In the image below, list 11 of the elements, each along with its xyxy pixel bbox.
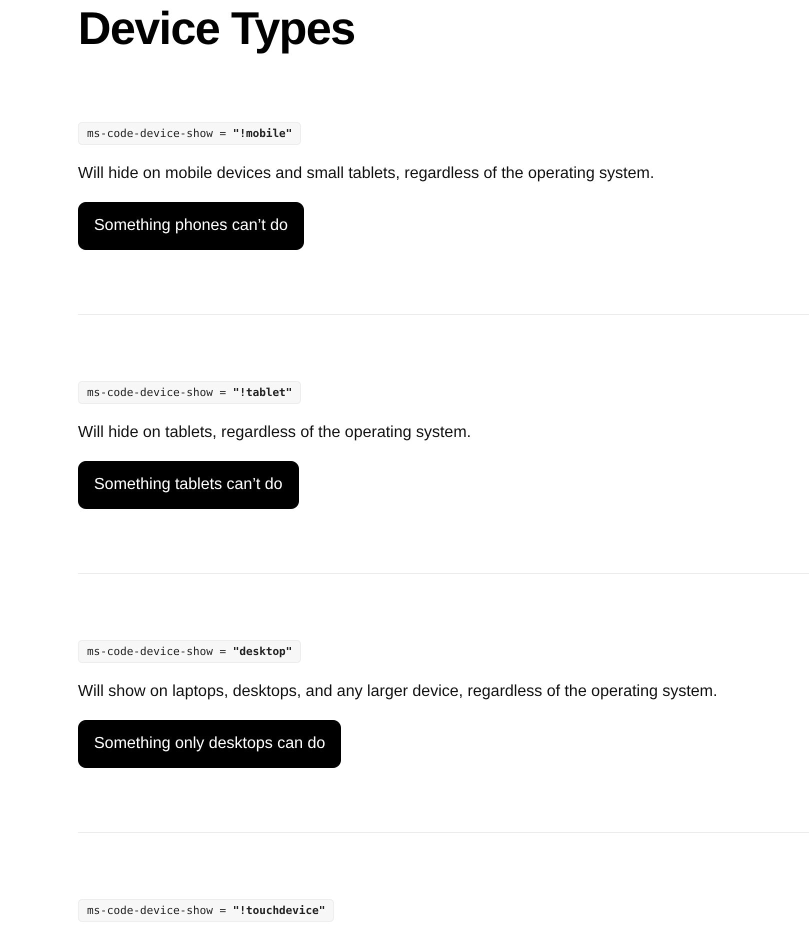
demo-button[interactable]: Something tablets can’t do: [78, 461, 299, 509]
demo-button[interactable]: Something only desktops can do: [78, 720, 342, 768]
code-snippet: ms-code-device-show = "!tablet": [78, 381, 302, 404]
code-snippet: ms-code-device-show = "!mobile": [78, 122, 302, 145]
page-title: Device Types: [78, 1, 356, 56]
description: Will hide on mobile devices and small tablets, regardless of the operating system.: [78, 164, 656, 184]
code-snippet: ms-code-device-show = "desktop": [78, 640, 302, 663]
demo-button[interactable]: Something phones can’t do: [78, 202, 304, 250]
code-snippet: ms-code-device-show = "!touchdevice": [78, 899, 334, 922]
description: Will hide on tablets, regardless of the operating system.: [78, 423, 472, 443]
description: Will show on laptops, desktops, and any larger device, regardless of the operating system.: [78, 682, 718, 702]
